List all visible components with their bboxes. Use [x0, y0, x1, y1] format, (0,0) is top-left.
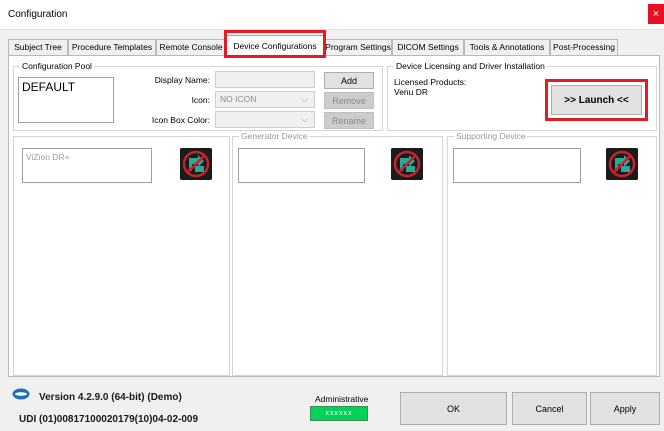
udi-text: UDI (01)00817100020179(10)04-02-009 — [19, 414, 199, 425]
icon-box-color-label: Icon Box Color: — [151, 115, 210, 125]
list-item[interactable]: DEFAULT — [19, 78, 113, 96]
launch-button[interactable]: >> Launch << — [551, 85, 642, 115]
device-icon[interactable] — [391, 148, 423, 180]
generator-device-title: Generator Device — [239, 131, 310, 141]
tab-highlight-box — [224, 30, 326, 58]
supporting-device-title: Supporting Device — [454, 131, 528, 141]
display-name-field[interactable] — [215, 71, 315, 88]
icon-select[interactable]: NO ICON ⌵ — [215, 91, 315, 108]
tab-procedure-templates[interactable]: Procedure Templates — [68, 39, 156, 55]
licensed-products-label: Licensed Products: — [394, 77, 467, 87]
tab-dicom-settings[interactable]: DICOM Settings — [392, 39, 464, 55]
licensing-group: Device Licensing and Driver Installation… — [387, 61, 657, 131]
window-title: Configuration — [8, 9, 68, 20]
display-name-label: Display Name: — [154, 75, 210, 85]
apply-button[interactable]: Apply — [590, 392, 660, 425]
device-icon[interactable] — [606, 148, 638, 180]
icon-box-color-select[interactable]: ⌵ — [215, 111, 315, 128]
user-role-label: Administrative — [315, 394, 369, 404]
generator-device-field[interactable] — [238, 148, 365, 183]
tab-post-processing[interactable]: Post-Processing — [550, 39, 618, 55]
chevron-down-icon: ⌵ — [301, 114, 308, 124]
primary-device-field[interactable]: ViZion DR+ — [22, 148, 152, 183]
primary-device-group: ViZion DR+ — [13, 136, 230, 376]
icon-select-value: NO ICON — [220, 94, 257, 104]
cancel-button[interactable]: Cancel — [512, 392, 587, 425]
tab-tools-annotations[interactable]: Tools & Annotations — [464, 39, 550, 55]
rename-button[interactable]: Rename — [324, 112, 374, 129]
vizion-logo-icon — [12, 388, 30, 400]
supporting-device-field[interactable] — [453, 148, 581, 183]
configuration-pool-group: Configuration Pool DEFAULT Display Name:… — [13, 61, 383, 131]
close-icon[interactable]: × — [648, 4, 664, 24]
configuration-pool-title: Configuration Pool — [20, 61, 94, 71]
licensed-product-name: Venu DR — [394, 87, 429, 97]
add-button[interactable]: Add — [324, 72, 374, 89]
chevron-down-icon: ⌵ — [301, 94, 308, 104]
generator-device-group: Generator Device — [232, 131, 443, 376]
configuration-pool-list[interactable]: DEFAULT — [18, 77, 114, 123]
ok-button[interactable]: OK — [400, 392, 507, 425]
supporting-device-group: Supporting Device — [447, 131, 657, 376]
icon-label: Icon: — [191, 95, 210, 105]
title-bar — [0, 0, 664, 30]
remove-button[interactable]: Remove — [324, 92, 374, 109]
tab-subject-tree[interactable]: Subject Tree — [8, 39, 68, 55]
version-text: Version 4.2.9.0 (64-bit) (Demo) — [39, 392, 182, 403]
device-icon[interactable] — [180, 148, 212, 180]
tab-remote-console[interactable]: Remote Console — [156, 39, 226, 55]
user-role-badge: xxxxxx — [310, 406, 368, 421]
tab-program-settings[interactable]: Program Settings — [324, 39, 392, 55]
licensing-title: Device Licensing and Driver Installation — [394, 61, 547, 71]
device-configurations-page: Configuration Pool DEFAULT Display Name:… — [8, 55, 660, 377]
